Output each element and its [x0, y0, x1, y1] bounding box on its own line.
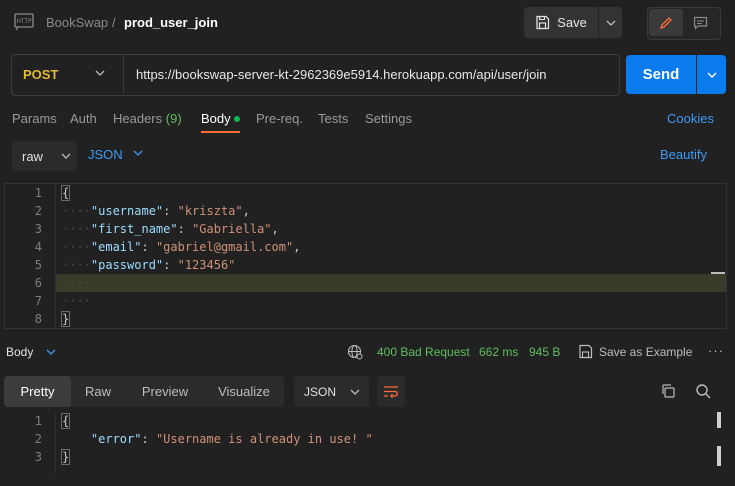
- json-value: "kriszta": [177, 204, 243, 218]
- tab-raw[interactable]: Raw: [74, 376, 122, 407]
- save-button[interactable]: Save: [524, 7, 598, 38]
- response-size[interactable]: 945 B: [529, 345, 560, 359]
- headers-count: (9): [165, 111, 182, 126]
- line-number: 2: [34, 204, 42, 218]
- chevron-down-icon[interactable]: [46, 349, 56, 355]
- chevron-down-icon: [606, 20, 615, 26]
- pencil-icon: [659, 16, 672, 29]
- method-select[interactable]: POST: [23, 67, 58, 82]
- more-options-icon[interactable]: ···: [708, 343, 724, 358]
- code-open-brace: {: [60, 185, 71, 201]
- json-key: "email": [90, 240, 142, 254]
- breadcrumb-collection[interactable]: BookSwap: [46, 15, 108, 30]
- url-input[interactable]: https://bookswap-server-kt-2962369e5914.…: [136, 67, 546, 82]
- json-value: "gabriel@gmail.com": [155, 240, 294, 254]
- beautify-button[interactable]: Beautify: [660, 147, 707, 162]
- code-line: ····"username": "kriszta",: [62, 204, 250, 218]
- chevron-down-icon[interactable]: [95, 70, 105, 76]
- tab-pre-request[interactable]: Pre-req.: [256, 111, 303, 126]
- body-mode-value: raw: [22, 148, 43, 164]
- chevron-down-icon[interactable]: [133, 150, 143, 156]
- line-number: 3: [34, 222, 42, 236]
- wrap-icon: [384, 386, 398, 398]
- line-number: 7: [34, 294, 42, 308]
- line-number: 1: [34, 186, 42, 200]
- breadcrumb-separator: /: [112, 15, 116, 30]
- globe-icon[interactable]: [347, 344, 363, 360]
- tab-params[interactable]: Params: [12, 111, 57, 126]
- tab-headers[interactable]: Headers (9): [113, 111, 182, 126]
- tab-pretty[interactable]: Pretty: [4, 376, 71, 407]
- response-format-value: JSON: [304, 384, 337, 399]
- svg-text:HTTP: HTTP: [16, 18, 32, 25]
- save-as-example-button[interactable]: Save as Example: [599, 345, 692, 359]
- line-number: 2: [34, 432, 42, 446]
- line-number: 1: [34, 414, 42, 428]
- line-number: 4: [34, 240, 42, 254]
- send-button[interactable]: Send: [626, 55, 696, 94]
- status-code[interactable]: 400 Bad Request: [377, 345, 470, 359]
- response-format-select[interactable]: JSON: [294, 376, 369, 407]
- code-line: ····"first_name": "Gabriella",: [62, 222, 279, 236]
- body-language-select[interactable]: JSON: [88, 147, 123, 162]
- json-value: "123456": [177, 258, 236, 272]
- http-icon: HTTP: [14, 13, 34, 31]
- gutter-divider: [55, 413, 56, 473]
- save-icon: [579, 344, 593, 359]
- line-number: 3: [34, 450, 42, 464]
- tab-headers-label: Headers: [113, 111, 163, 126]
- code-close-brace: }: [60, 449, 71, 465]
- json-value: "Gabriella": [192, 222, 272, 236]
- tab-preview[interactable]: Preview: [130, 376, 200, 407]
- gutter-divider: [55, 184, 56, 328]
- response-section-toggle[interactable]: Body: [6, 345, 33, 359]
- json-key: "error": [90, 432, 142, 446]
- scrollbar-marker: [711, 272, 725, 274]
- current-line-highlight: [56, 274, 726, 292]
- response-code-line: "error": "Username is already in use! ": [90, 432, 373, 446]
- tab-auth[interactable]: Auth: [70, 111, 97, 126]
- line-number: 5: [34, 258, 42, 272]
- cookies-link[interactable]: Cookies: [667, 111, 714, 126]
- code-line: ····"email": "gabriel@gmail.com",: [62, 240, 301, 254]
- json-key: "password": [90, 258, 164, 272]
- save-label: Save: [557, 15, 587, 30]
- comment-icon: [693, 16, 708, 30]
- code-line-empty: ····: [62, 294, 91, 308]
- tab-visualize[interactable]: Visualize: [208, 376, 280, 407]
- chevron-down-icon: [350, 389, 360, 395]
- chevron-down-icon: [707, 72, 716, 78]
- tab-settings[interactable]: Settings: [365, 111, 412, 126]
- edit-mode-button[interactable]: [649, 9, 683, 36]
- chevron-down-icon: [61, 153, 71, 159]
- code-close-brace: }: [60, 311, 71, 327]
- search-icon[interactable]: [695, 383, 711, 399]
- response-time[interactable]: 662 ms: [479, 345, 518, 359]
- body-indicator-dot: [234, 116, 240, 122]
- line-number: 8: [34, 312, 42, 326]
- scrollbar-marker: [717, 412, 721, 428]
- tab-body[interactable]: Body: [201, 111, 231, 126]
- url-divider: [123, 55, 124, 94]
- scrollbar-marker: [717, 446, 721, 466]
- active-tab-indicator: [201, 131, 240, 133]
- save-icon: [536, 15, 550, 30]
- body-mode-select[interactable]: raw: [12, 141, 77, 171]
- send-options-button[interactable]: [697, 55, 726, 94]
- json-key: "first_name": [90, 222, 178, 236]
- line-number: 6: [34, 276, 42, 290]
- wrap-lines-button[interactable]: [377, 376, 405, 407]
- tab-tests[interactable]: Tests: [318, 111, 348, 126]
- comments-button[interactable]: [684, 9, 717, 36]
- code-open-brace: {: [60, 413, 71, 429]
- json-key: "username": [90, 204, 164, 218]
- json-value: "Username is already in use! ": [155, 432, 373, 446]
- code-line: ····"password": "123456": [62, 258, 236, 272]
- copy-icon[interactable]: [660, 383, 676, 399]
- code-line-empty: ····: [62, 276, 91, 290]
- request-title[interactable]: prod_user_join: [124, 15, 218, 30]
- save-options-button[interactable]: [599, 7, 622, 38]
